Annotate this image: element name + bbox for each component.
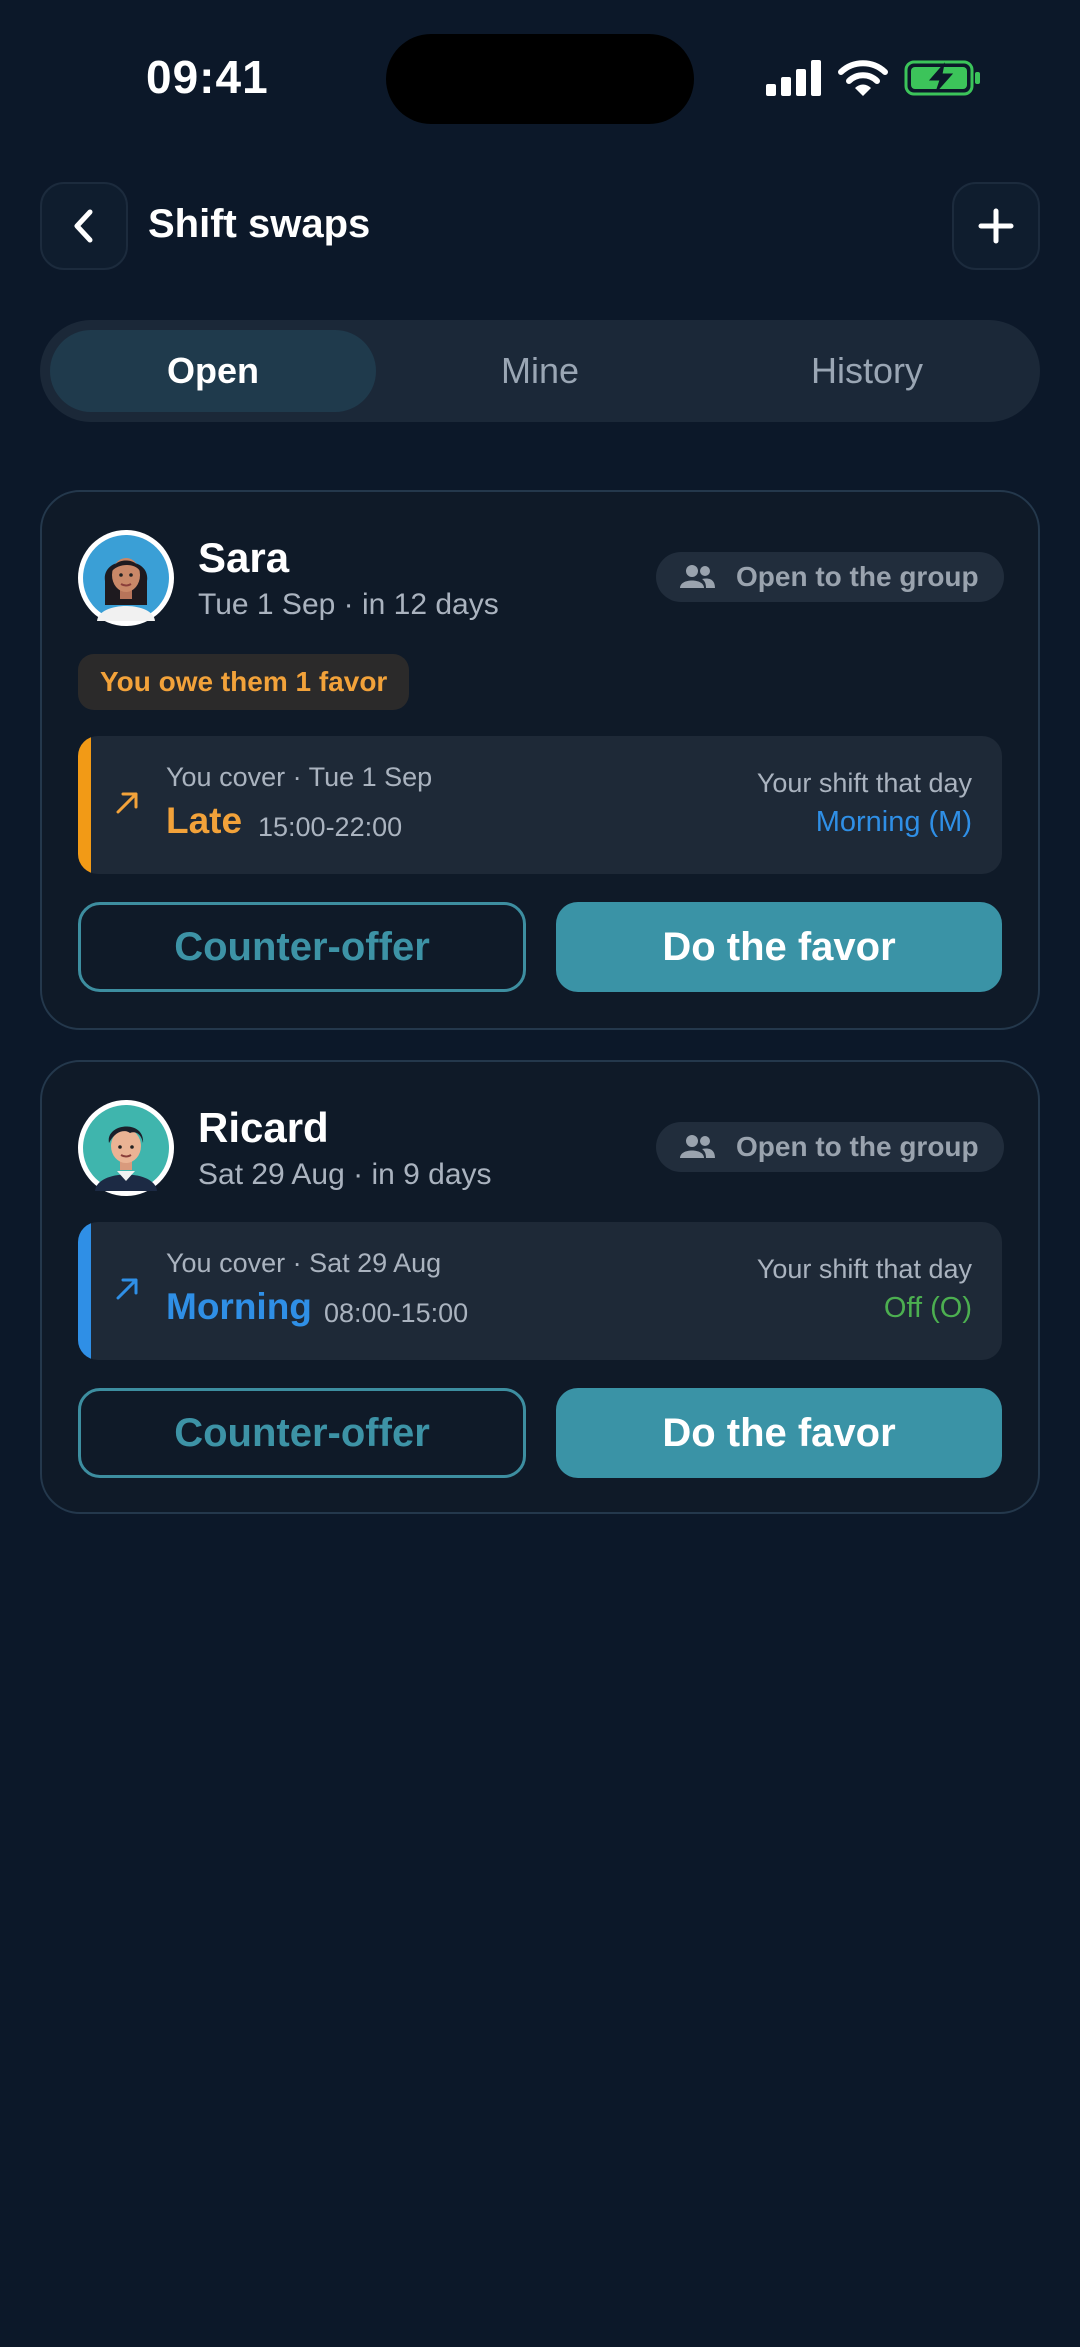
wifi-icon <box>838 60 888 96</box>
person-avatar-icon <box>83 1105 169 1191</box>
favor-badge: You owe them 1 favor <box>78 654 410 710</box>
swap-card: Ricard Sat 29 Aug · in 9 days Open to th… <box>40 1060 1040 1514</box>
your-shift-value: Morning (M) <box>815 806 972 838</box>
arrow-up-right-icon <box>116 1278 138 1300</box>
shift-color-bar <box>78 736 91 874</box>
your-shift-value: Off (O) <box>883 1292 972 1324</box>
signal-icon <box>766 60 821 96</box>
shift-color-bar <box>78 1222 91 1360</box>
cover-label: You cover · Tue 1 Sep <box>166 762 433 792</box>
arrow-up-right-icon <box>116 792 138 814</box>
add-swap-button[interactable] <box>952 182 1040 270</box>
back-button[interactable] <box>40 182 128 270</box>
tab-bar: Open Mine History <box>40 320 1040 422</box>
person-name: Ricard <box>198 1104 329 1151</box>
dynamic-island <box>386 34 694 124</box>
group-icon <box>680 565 715 588</box>
shift-hours: 08:00-15:00 <box>324 1298 469 1328</box>
your-shift-label: Your shift that day <box>756 768 972 798</box>
counter-offer-button[interactable]: Counter-offer <box>78 1388 526 1478</box>
battery-charging-icon <box>904 60 980 96</box>
counter-offer-button[interactable]: Counter-offer <box>78 902 526 992</box>
group-icon <box>680 1135 715 1158</box>
avatar <box>78 530 174 626</box>
visibility-badge: Open to the group <box>656 1122 1004 1172</box>
shift-details: You cover · Sat 29 Aug Morning 08:00-15:… <box>78 1222 1002 1360</box>
action-row: Counter-offer Do the favor <box>78 1388 1002 1478</box>
chevron-left-icon <box>74 209 93 243</box>
tab-history[interactable]: History <box>704 330 1030 412</box>
shift-hours: 15:00-22:00 <box>258 812 403 842</box>
status-time: 09:41 <box>146 51 269 103</box>
do-favor-button[interactable]: Do the favor <box>556 902 1002 992</box>
tab-open[interactable]: Open <box>50 330 376 412</box>
your-shift-label: Your shift that day <box>756 1254 972 1284</box>
screen: 09:41 Shift swaps Open Mine History Sara… <box>0 0 1080 2347</box>
visibility-badge: Open to the group <box>656 552 1004 602</box>
shift-name: Morning <box>166 1286 312 1327</box>
visibility-label: Open to the group <box>736 1131 979 1162</box>
visibility-label: Open to the group <box>736 561 979 592</box>
avatar <box>78 1100 174 1196</box>
tab-mine[interactable]: Mine <box>377 330 703 412</box>
shift-details: You cover · Tue 1 Sep Late 15:00-22:00 Y… <box>78 736 1002 874</box>
cover-label: You cover · Sat 29 Aug <box>166 1248 442 1278</box>
swap-date: Tue 1 Sep · in 12 days <box>198 588 499 621</box>
plus-icon <box>978 208 1014 244</box>
shift-name: Late <box>166 800 243 841</box>
action-row: Counter-offer Do the favor <box>78 902 1002 992</box>
person-name: Sara <box>198 534 290 581</box>
do-favor-button[interactable]: Do the favor <box>556 1388 1002 1478</box>
swap-date: Sat 29 Aug · in 9 days <box>198 1158 492 1191</box>
person-avatar-icon <box>83 535 169 621</box>
swap-card: Sara Tue 1 Sep · in 12 days Open to the … <box>40 490 1040 1030</box>
page-title: Shift swaps <box>148 202 371 246</box>
